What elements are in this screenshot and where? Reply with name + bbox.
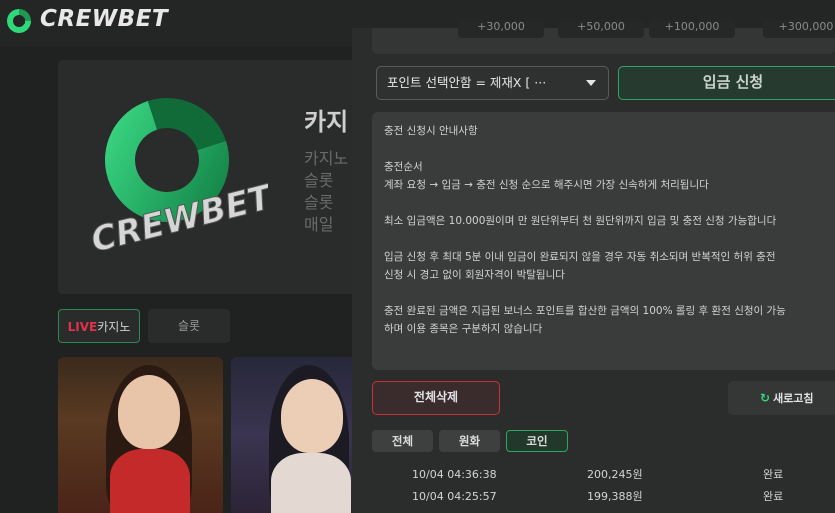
filter-coin[interactable]: 코인 — [506, 430, 568, 452]
card-face-shape — [118, 375, 180, 449]
banner-text-lines: 카지노 슬롯 슬롯 매일 — [304, 148, 348, 236]
banner-line: 슬롯 — [304, 171, 334, 190]
history-date: 10/04 04:36:38 — [412, 468, 497, 481]
point-select-value: 포인트 선택안함 = 제재X [ ··· — [387, 75, 547, 90]
game-card[interactable] — [58, 357, 223, 513]
banner-line: 카지노 — [304, 149, 349, 168]
tab-live-casino[interactable]: LIVE카지노 — [58, 309, 140, 343]
notice-title: 충전 신청시 안내사항 — [384, 125, 478, 137]
history-amount: 200,245원 — [587, 468, 643, 481]
history-row: 10/04 04:36:38 200,245원 완료 — [352, 465, 835, 485]
tab-slot[interactable]: 슬롯 — [148, 309, 230, 343]
banner-title: 카지 — [304, 108, 349, 136]
quick-amount-button[interactable]: +30,000 — [458, 20, 544, 38]
quick-amount-button[interactable]: +300,000 — [763, 20, 835, 38]
history-status: 완료 — [763, 468, 784, 481]
promo-banner[interactable]: CREWBET 카지 카지노 슬롯 슬롯 매일 — [58, 60, 358, 294]
game-card[interactable] — [231, 357, 356, 513]
refresh-icon: ↻ — [760, 391, 771, 405]
brand-logo-icon[interactable] — [4, 6, 34, 36]
history-date: 10/04 04:25:57 — [412, 490, 497, 503]
refresh-button[interactable]: ↻ 새로고침 — [728, 381, 835, 415]
filter-all[interactable]: 전체 — [372, 430, 433, 452]
notice-text: 계좌 요청 → 입금 → 충전 신청 순으로 해주시면 가장 신속하게 처리됩니… — [384, 179, 709, 191]
history-amount: 199,388원 — [587, 490, 643, 503]
card-face-shape — [281, 379, 343, 453]
notice-section-heading: 충전순서 — [384, 161, 423, 173]
brand-logo-text[interactable]: CREWBET — [40, 6, 168, 32]
tab-label: 카지노 — [97, 320, 131, 334]
category-tabs: LIVE카지노 슬롯 — [58, 309, 230, 343]
notice-text: 충전 완료된 금액은 지급된 보너스 포인트를 합산한 금액의 100% 롤링 … — [384, 305, 786, 317]
deposit-request-button[interactable]: 입금 신청 — [618, 66, 835, 100]
banner-line: 매일 — [304, 215, 334, 234]
history-status: 완료 — [763, 490, 784, 503]
quick-amount-bar: +30,000 +50,000 +100,000 +300,000 — [372, 20, 835, 54]
live-badge: LIVE — [67, 320, 98, 334]
deposit-modal: +30,000 +50,000 +100,000 +300,000 포인트 선택… — [352, 20, 835, 513]
banner-logo-text: CREWBET — [87, 176, 268, 250]
card-body-shape — [271, 453, 351, 513]
card-body-shape — [110, 449, 190, 513]
deposit-notice: 충전 신청시 안내사항 충전순서 계좌 요청 → 입금 → 충전 신청 순으로 … — [372, 112, 835, 370]
notice-text: 하며 이용 종목은 구분하지 않습니다 — [384, 323, 543, 335]
history-row: 10/04 04:25:57 199,388원 완료 — [352, 487, 835, 507]
banner-line: 슬롯 — [304, 193, 334, 212]
quick-amount-button[interactable]: +100,000 — [649, 20, 735, 38]
history-filter-tabs: 전체 원화 코인 — [372, 430, 568, 452]
banner-logo-label: CREWBET — [87, 177, 268, 250]
notice-text: 신청 시 경고 없이 회원자격이 박탈됩니다 — [384, 269, 565, 281]
filter-krw[interactable]: 원화 — [439, 430, 500, 452]
notice-text: 최소 입금액은 10.000원이며 만 원단위부터 천 원단위까지 입금 및 충… — [384, 215, 777, 227]
point-select-dropdown[interactable]: 포인트 선택안함 = 제재X [ ··· — [376, 66, 609, 100]
delete-all-button[interactable]: 전체삭제 — [372, 381, 500, 415]
screen: CREWBET CREWBET 카지 카지노 슬롯 슬롯 매일 LIVE카지노 … — [0, 0, 835, 513]
notice-text: 입금 신청 후 최대 5분 이내 입금이 완료되지 않을 경우 자동 취소되며 … — [384, 251, 776, 263]
refresh-label: 새로고침 — [773, 392, 814, 405]
quick-amount-button[interactable]: +50,000 — [558, 20, 644, 38]
chevron-down-icon — [586, 80, 596, 86]
